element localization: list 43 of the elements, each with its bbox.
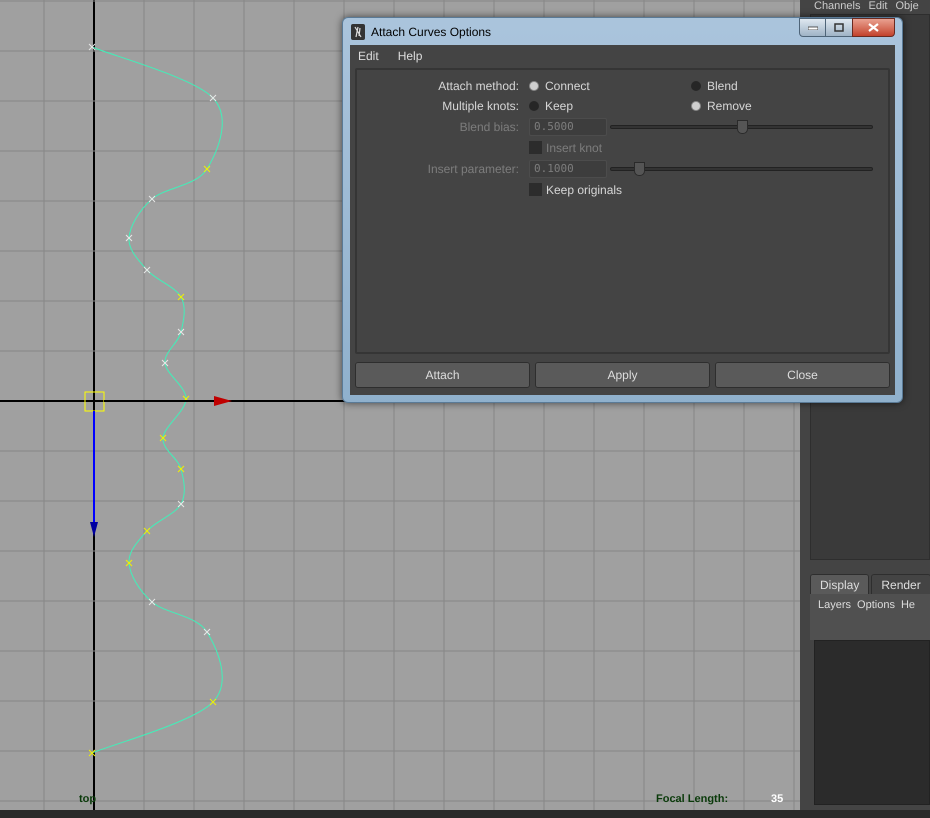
dialog-button[interactable]: Apply	[535, 362, 710, 388]
layer-tab[interactable]: Render	[871, 574, 930, 594]
menu-item[interactable]: Help	[398, 46, 422, 64]
menu-item[interactable]: Edit	[358, 46, 379, 64]
radio-button[interactable]	[529, 81, 539, 91]
slider-track[interactable]	[610, 118, 873, 134]
close-button[interactable]	[852, 18, 895, 37]
focal-length-value: 35	[771, 792, 784, 807]
radio-label: Blend	[707, 78, 738, 95]
radio-label: Keep	[545, 98, 574, 115]
curve-drawing[interactable]	[88, 44, 223, 756]
maximize-button[interactable]	[826, 18, 852, 37]
checkbox-label: Insert knot	[546, 140, 602, 156]
dialog-button[interactable]: Attach	[355, 362, 530, 388]
option-label: Multiple knots:	[441, 98, 520, 115]
move-manipulator-drawing[interactable]	[84, 392, 232, 537]
radio-label: Remove	[707, 98, 752, 115]
channel-box-menu-item[interactable]: Edit	[868, 0, 888, 12]
radio-button[interactable]	[691, 101, 701, 111]
channel-box-menu-item[interactable]: Channels	[814, 0, 860, 12]
camera-label: top	[79, 792, 96, 807]
close-icon	[868, 23, 879, 32]
radio-button[interactable]	[691, 81, 701, 91]
layer-menu-item[interactable]: Options	[857, 597, 895, 640]
minimize-button[interactable]	[799, 18, 826, 37]
radio-button[interactable]	[529, 101, 539, 111]
option-label: Blend bias:	[458, 118, 520, 136]
maximize-icon	[834, 23, 844, 32]
slider-track[interactable]	[610, 160, 873, 176]
layer-tab[interactable]: Display	[810, 574, 870, 594]
dialog-button[interactable]: Close	[715, 362, 890, 388]
window-title: Attach Curves Options	[371, 24, 492, 40]
focal-length-label: Focal Length:	[656, 792, 728, 807]
layer-menu-item[interactable]: Layers	[818, 597, 852, 640]
option-label: Insert parameter:	[426, 160, 520, 178]
layer-menu-item[interactable]: He	[900, 597, 916, 640]
radio-label: Connect	[545, 78, 590, 95]
checkbox-label: Keep originals	[546, 182, 622, 198]
minimize-icon	[808, 26, 818, 30]
app-icon	[351, 24, 365, 40]
option-label: Attach method:	[437, 78, 520, 95]
channel-box-menu-item[interactable]: Obje	[895, 0, 919, 12]
checkbox[interactable]	[529, 183, 542, 196]
